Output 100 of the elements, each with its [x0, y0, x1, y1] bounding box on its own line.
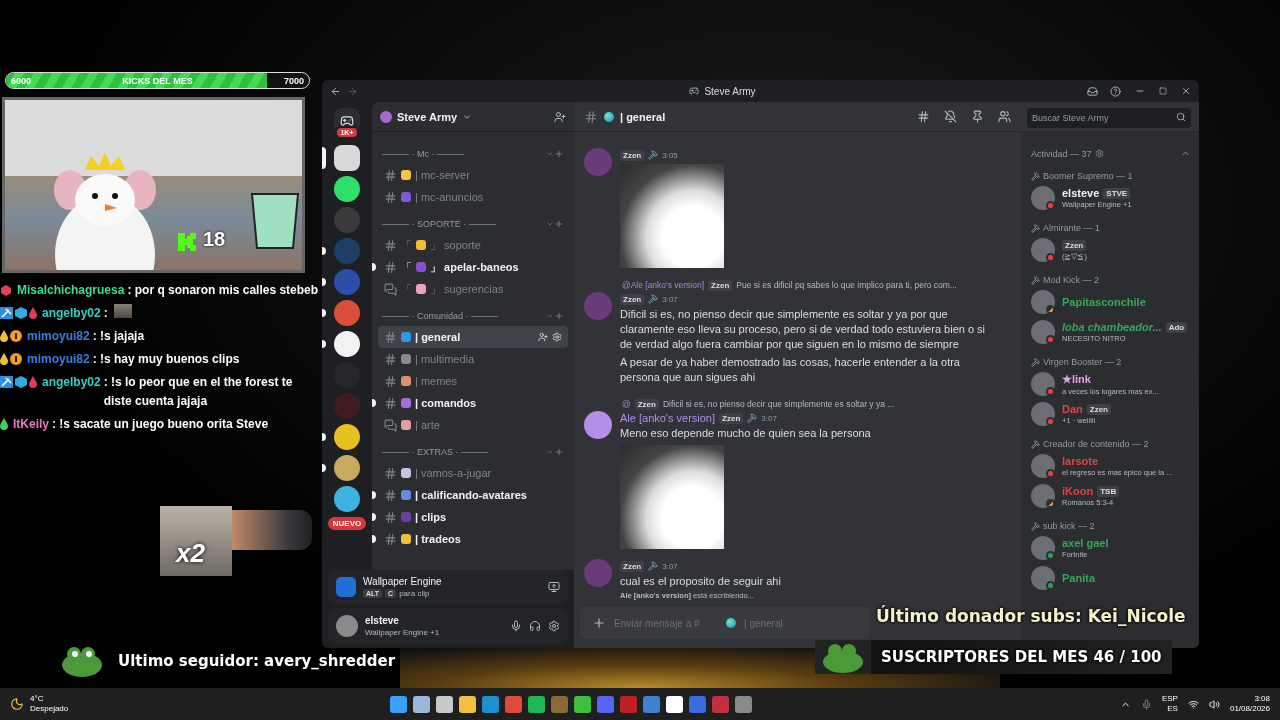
user-avatar[interactable]: [336, 615, 358, 637]
clock-time[interactable]: 3:08: [1254, 694, 1270, 704]
member-name: Panita: [1062, 572, 1095, 584]
maximize-icon[interactable]: [1159, 87, 1167, 95]
keyboard-layout[interactable]: ES: [1167, 704, 1178, 714]
channel-item[interactable]: 「 」 sugerencias: [378, 278, 568, 300]
user-avatar[interactable]: [584, 411, 612, 439]
k-logo-icon: [177, 232, 197, 252]
threads-icon[interactable]: [917, 110, 930, 123]
channel-item[interactable]: | vamos-a-jugar: [378, 462, 568, 484]
network-icon[interactable]: [1187, 698, 1199, 710]
member-name: elsteve: [1062, 187, 1100, 199]
pickaxe-icon: [0, 307, 13, 319]
chat-text: : por q sonaron mis calles stebeb: [127, 282, 319, 299]
follower-label: Ultimo seguidor: avery_shredder: [118, 652, 396, 670]
category-label[interactable]: ——— · Mc · ———: [382, 149, 546, 159]
app-icon[interactable]: [666, 695, 683, 713]
member-item[interactable]: Panita: [1031, 563, 1191, 593]
server-name[interactable]: Steve Army: [397, 110, 458, 123]
volume-icon[interactable]: [1208, 698, 1220, 710]
guild-tag: Zzen: [708, 279, 733, 291]
chevron-down-icon[interactable]: [546, 312, 554, 320]
mute-icon[interactable]: [944, 110, 957, 123]
channel-item[interactable]: | comandos: [378, 392, 568, 414]
category-label[interactable]: ——— · Comunidad · ———: [382, 311, 546, 321]
goal-title: KICKS DEL MES: [122, 75, 193, 86]
invite-icon[interactable]: [538, 332, 548, 342]
server-icon[interactable]: [334, 424, 360, 450]
emoji-icon: [401, 170, 411, 180]
clock-date[interactable]: 01/08/2026: [1229, 704, 1270, 714]
settings-icon[interactable]: [548, 620, 560, 632]
chat-username[interactable]: mimoyui82: [27, 327, 90, 346]
forum-icon: [384, 418, 397, 432]
input-language[interactable]: ESP: [1161, 694, 1178, 704]
app-icon[interactable]: [459, 695, 476, 713]
members-icon[interactable]: [998, 110, 1011, 123]
server-icon[interactable]: [334, 486, 360, 512]
add-channel-icon[interactable]: [554, 311, 564, 321]
headphones-icon[interactable]: [529, 620, 541, 632]
channel-item[interactable]: | arte: [378, 414, 568, 436]
add-channel-icon[interactable]: [554, 219, 564, 229]
chat-username[interactable]: ItKeily: [13, 415, 49, 434]
chat-username[interactable]: Misalchichagruesa: [17, 281, 125, 300]
settings-icon[interactable]: [1094, 149, 1104, 158]
channel-item[interactable]: | mc-server: [378, 164, 568, 186]
reply-author[interactable]: @Ale [anko's version]: [622, 280, 705, 290]
add-icon[interactable]: [592, 616, 606, 630]
channel-item[interactable]: 「 」 soporte: [378, 234, 568, 256]
microphone-icon[interactable]: [1140, 698, 1152, 710]
server-icon[interactable]: [334, 455, 360, 481]
screen-share-icon[interactable]: [548, 581, 560, 593]
app-icon[interactable]: [390, 695, 407, 713]
server-icon[interactable]: [334, 331, 360, 357]
emoji-icon: [416, 262, 426, 272]
add-channel-icon[interactable]: [554, 447, 564, 457]
reply-preview[interactable]: Pue si es dificil pq sabes lo que implico para ti, pero com...: [736, 280, 957, 290]
app-icon[interactable]: [436, 695, 453, 713]
guild-tag: Zzen: [719, 412, 744, 424]
help-icon[interactable]: [1110, 85, 1121, 97]
app-icon[interactable]: [413, 695, 430, 713]
add-channel-icon[interactable]: [554, 149, 564, 159]
channel-item[interactable]: | clips: [378, 506, 568, 528]
hash-icon: [384, 352, 397, 366]
channel-item[interactable]: | mc-anuncios: [378, 186, 568, 208]
chevron-down-icon[interactable]: [546, 448, 554, 456]
server-icon[interactable]: [334, 145, 360, 171]
member-item[interactable]: Papitasconchile: [1031, 287, 1191, 317]
chat-username[interactable]: angelby02: [42, 373, 101, 392]
hash-icon: [384, 396, 397, 410]
channel-name: | mc-anuncios: [415, 191, 485, 203]
channel-item[interactable]: | general: [378, 326, 568, 348]
channel-item[interactable]: | tradeos: [378, 528, 568, 550]
chat-username[interactable]: angelby02: [42, 304, 101, 323]
chevron-down-icon[interactable]: [546, 150, 554, 158]
close-icon[interactable]: [1181, 86, 1191, 96]
search-field[interactable]: Buscar Steve Army: [1027, 107, 1191, 128]
message-author[interactable]: Ale [anko's version]: [620, 412, 716, 424]
channel-item[interactable]: 「 」 apelar-baneos: [378, 256, 568, 278]
channel-item[interactable]: | memes: [378, 370, 568, 392]
app-icon[interactable]: [574, 695, 591, 713]
category-label[interactable]: ——— · SOPORTE · ———: [382, 219, 546, 229]
app-icon[interactable]: [528, 695, 545, 713]
microphone-icon[interactable]: [510, 620, 522, 632]
reply-preview[interactable]: Dificil si es, no pienso decir que simplemente es soltar y ya ...: [662, 399, 895, 409]
server-icon[interactable]: [334, 176, 360, 202]
reply-author[interactable]: @: [622, 399, 631, 409]
window-title: Steve Army: [704, 85, 756, 97]
guild-tag: Zzen: [620, 293, 645, 305]
channel-item[interactable]: | multimedia: [378, 348, 568, 370]
emoji-icon: [401, 534, 411, 544]
channel-item[interactable]: | calificando-avatares: [378, 484, 568, 506]
inbox-icon[interactable]: [1087, 85, 1098, 97]
chevron-down-icon[interactable]: [546, 220, 554, 228]
chat-username[interactable]: mimoyui82: [27, 350, 90, 369]
invite-icon[interactable]: [554, 110, 566, 123]
hash-icon: [384, 238, 397, 252]
category-label[interactable]: ——— · EXTRAS · ———: [382, 447, 546, 457]
pin-icon[interactable]: [971, 110, 984, 123]
bracket-mark: 「: [401, 237, 412, 253]
back-icon[interactable]: [330, 85, 341, 97]
